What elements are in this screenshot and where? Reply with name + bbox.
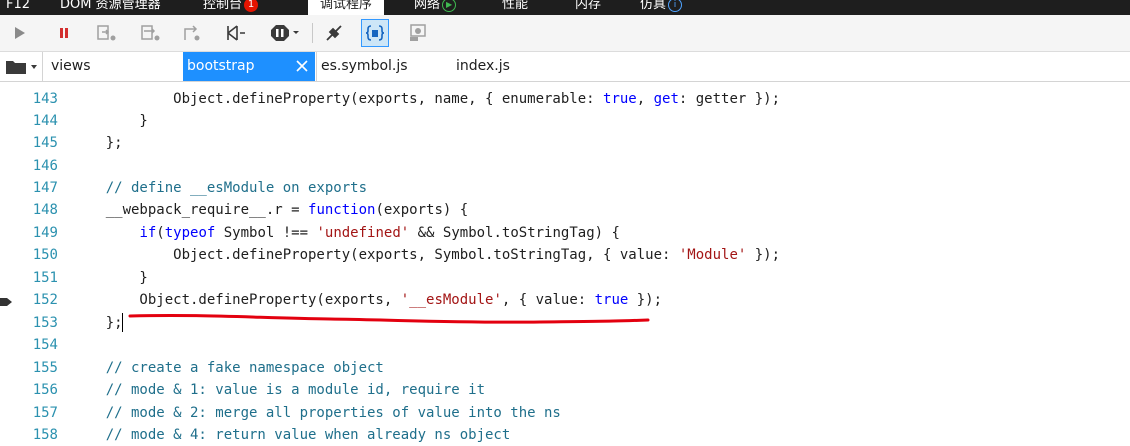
break-button[interactable] bbox=[50, 19, 78, 47]
file-tab-bar: views bootstrap es.symbol.js index.js bbox=[0, 52, 1130, 82]
just-my-code-button[interactable] bbox=[404, 19, 432, 47]
red-underline-annotation bbox=[128, 313, 650, 324]
close-icon[interactable] bbox=[295, 59, 309, 73]
tab-dom-explorer[interactable]: DOM 资源管理器 bbox=[60, 0, 161, 15]
folder-icon bbox=[6, 61, 37, 74]
pretty-print-button[interactable] bbox=[361, 19, 389, 47]
file-tab-es-symbol[interactable]: es.symbol.js bbox=[321, 52, 408, 81]
step-into-icon bbox=[97, 25, 116, 41]
tab-emulation[interactable]: 仿真 i bbox=[640, 0, 683, 15]
record-icon: ▶ bbox=[442, 0, 457, 12]
debugger-toolbar bbox=[0, 15, 1130, 52]
info-icon: i bbox=[668, 0, 683, 12]
tab-debugger[interactable]: 调试程序 bbox=[308, 0, 385, 15]
continue-icon bbox=[15, 27, 25, 39]
step-into-button[interactable] bbox=[93, 19, 121, 47]
disconnect-button[interactable] bbox=[320, 19, 348, 47]
file-tab-index[interactable]: index.js bbox=[456, 52, 510, 81]
file-tab-bootstrap[interactable]: bootstrap bbox=[183, 52, 315, 81]
tab-performance[interactable]: 性能 bbox=[502, 0, 528, 15]
continue-button[interactable] bbox=[6, 19, 34, 47]
exception-behavior-icon bbox=[271, 25, 299, 41]
tab-divider bbox=[316, 52, 317, 81]
break-icon bbox=[60, 28, 68, 38]
tab-console[interactable]: 控制台 1 bbox=[203, 0, 259, 15]
tab-divider bbox=[42, 52, 43, 81]
step-out-icon bbox=[184, 25, 200, 41]
step-over-icon bbox=[141, 25, 160, 41]
error-count-badge: 1 bbox=[244, 0, 259, 12]
file-tab-views[interactable]: views bbox=[51, 52, 91, 81]
step-over-button[interactable] bbox=[137, 19, 165, 47]
disconnect-icon bbox=[326, 25, 342, 41]
exception-behavior-button[interactable] bbox=[268, 19, 302, 47]
tab-memory[interactable]: 内存 bbox=[575, 0, 601, 15]
code-editor[interactable]: 143 Object.defineProperty(exports, name,… bbox=[0, 82, 1130, 443]
folder-dropdown-button[interactable] bbox=[4, 52, 40, 81]
tab-f12[interactable]: F12 bbox=[6, 0, 30, 15]
devtools-tab-strip: F12 DOM 资源管理器 控制台 1 调试程序 网络 ▶ 性能 内存 仿真 i bbox=[0, 0, 1130, 15]
toolbar-divider bbox=[312, 23, 313, 43]
break-on-new-worker-button[interactable] bbox=[222, 19, 250, 47]
pretty-print-icon bbox=[365, 25, 385, 41]
break-on-new-worker-icon bbox=[227, 25, 245, 41]
tab-network[interactable]: 网络 ▶ bbox=[414, 0, 457, 15]
just-my-code-icon bbox=[410, 24, 426, 41]
step-out-button[interactable] bbox=[179, 19, 207, 47]
